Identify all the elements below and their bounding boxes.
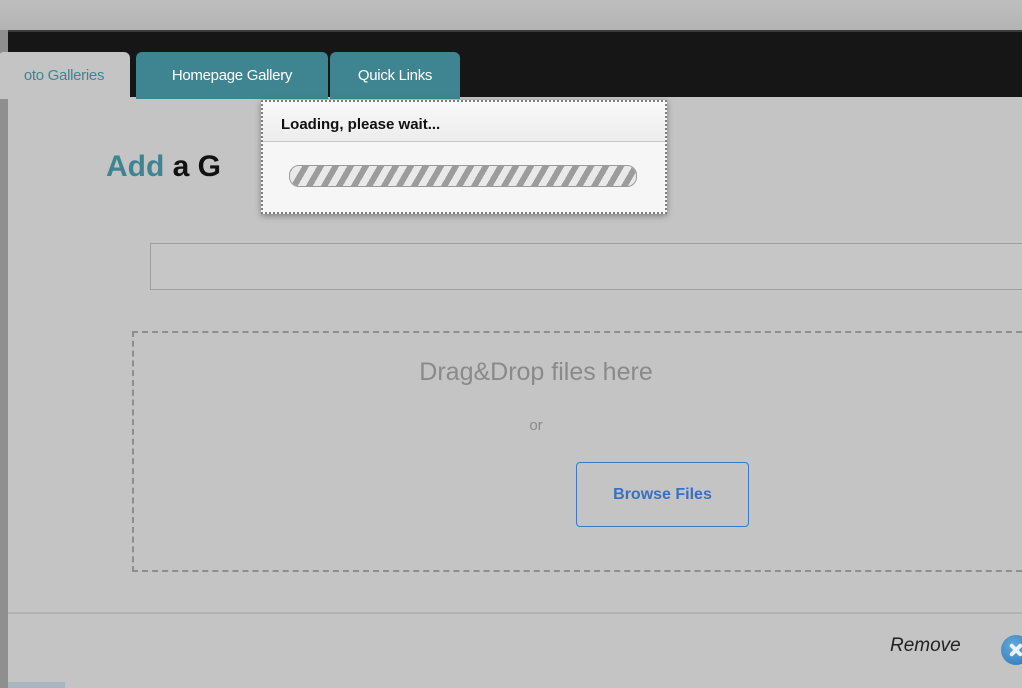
tab-quick-links[interactable]: Quick Links — [330, 52, 460, 99]
drop-zone-or: or — [529, 417, 543, 434]
loading-dialog: Loading, please wait... — [261, 100, 667, 214]
loading-progress-bar — [289, 165, 637, 187]
page-title-accent: Add — [106, 150, 165, 183]
loading-dialog-title: Loading, please wait... — [263, 102, 665, 142]
footer-tab — [8, 682, 65, 688]
top-strip — [0, 0, 1022, 30]
divider — [8, 612, 1022, 614]
loading-progress-fill — [290, 166, 636, 186]
page-title-rest: a G — [164, 150, 222, 183]
close-circle-icon[interactable] — [1001, 635, 1022, 665]
remove-link[interactable]: Remove — [890, 635, 961, 657]
browse-files-button[interactable]: Browse Files — [576, 462, 749, 527]
page-title: Add a G — [106, 150, 221, 184]
tab-photo-galleries[interactable]: oto Galleries — [0, 52, 130, 99]
tab-homepage-gallery[interactable]: Homepage Gallery — [136, 52, 328, 99]
drop-zone-title: Drag&Drop files here — [419, 358, 653, 386]
gallery-name-input[interactable] — [150, 243, 1022, 290]
nav-bar: oto Galleries Homepage Gallery Quick Lin… — [0, 30, 1022, 99]
